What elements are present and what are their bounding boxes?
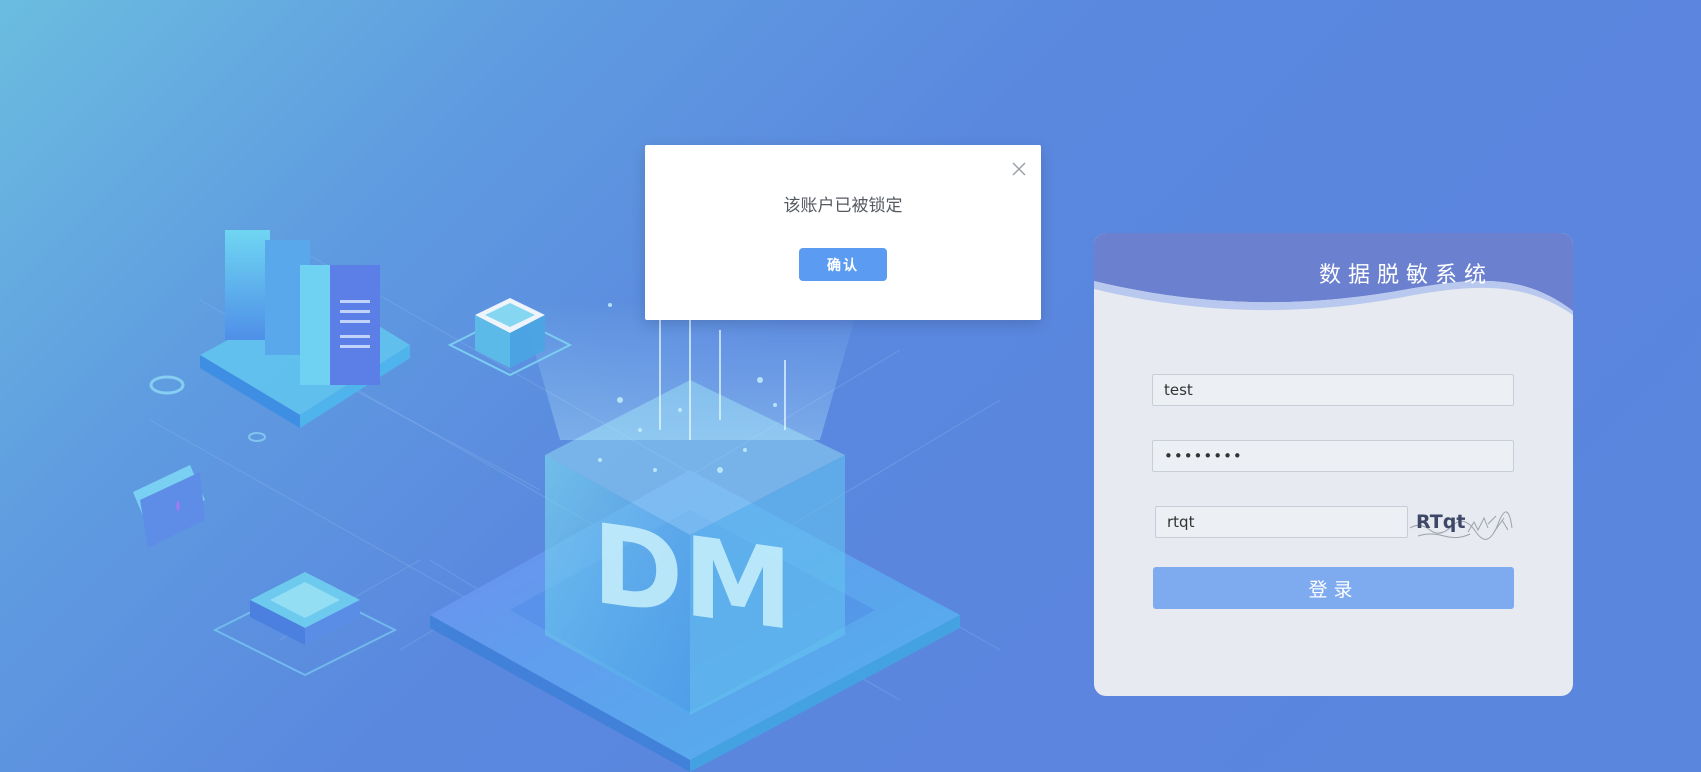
confirm-button[interactable]: 确认 bbox=[799, 248, 887, 281]
login-button[interactable]: 登录 bbox=[1153, 567, 1514, 609]
username-input[interactable] bbox=[1152, 374, 1514, 406]
login-card: 数据脱敏系统 RTqt 登录 bbox=[1094, 233, 1573, 696]
close-icon[interactable] bbox=[1011, 161, 1027, 177]
captcha-input[interactable] bbox=[1155, 506, 1408, 538]
dialog-message: 该账户已被锁定 bbox=[783, 196, 903, 216]
captcha-image[interactable]: RTqt bbox=[1408, 502, 1514, 542]
alert-dialog: 该账户已被锁定 确认 bbox=[645, 145, 1041, 320]
captcha-text: RTqt bbox=[1416, 511, 1465, 533]
system-title: 数据脱敏系统 bbox=[1319, 263, 1494, 288]
password-input[interactable] bbox=[1152, 440, 1514, 472]
login-header: 数据脱敏系统 bbox=[1094, 233, 1573, 323]
